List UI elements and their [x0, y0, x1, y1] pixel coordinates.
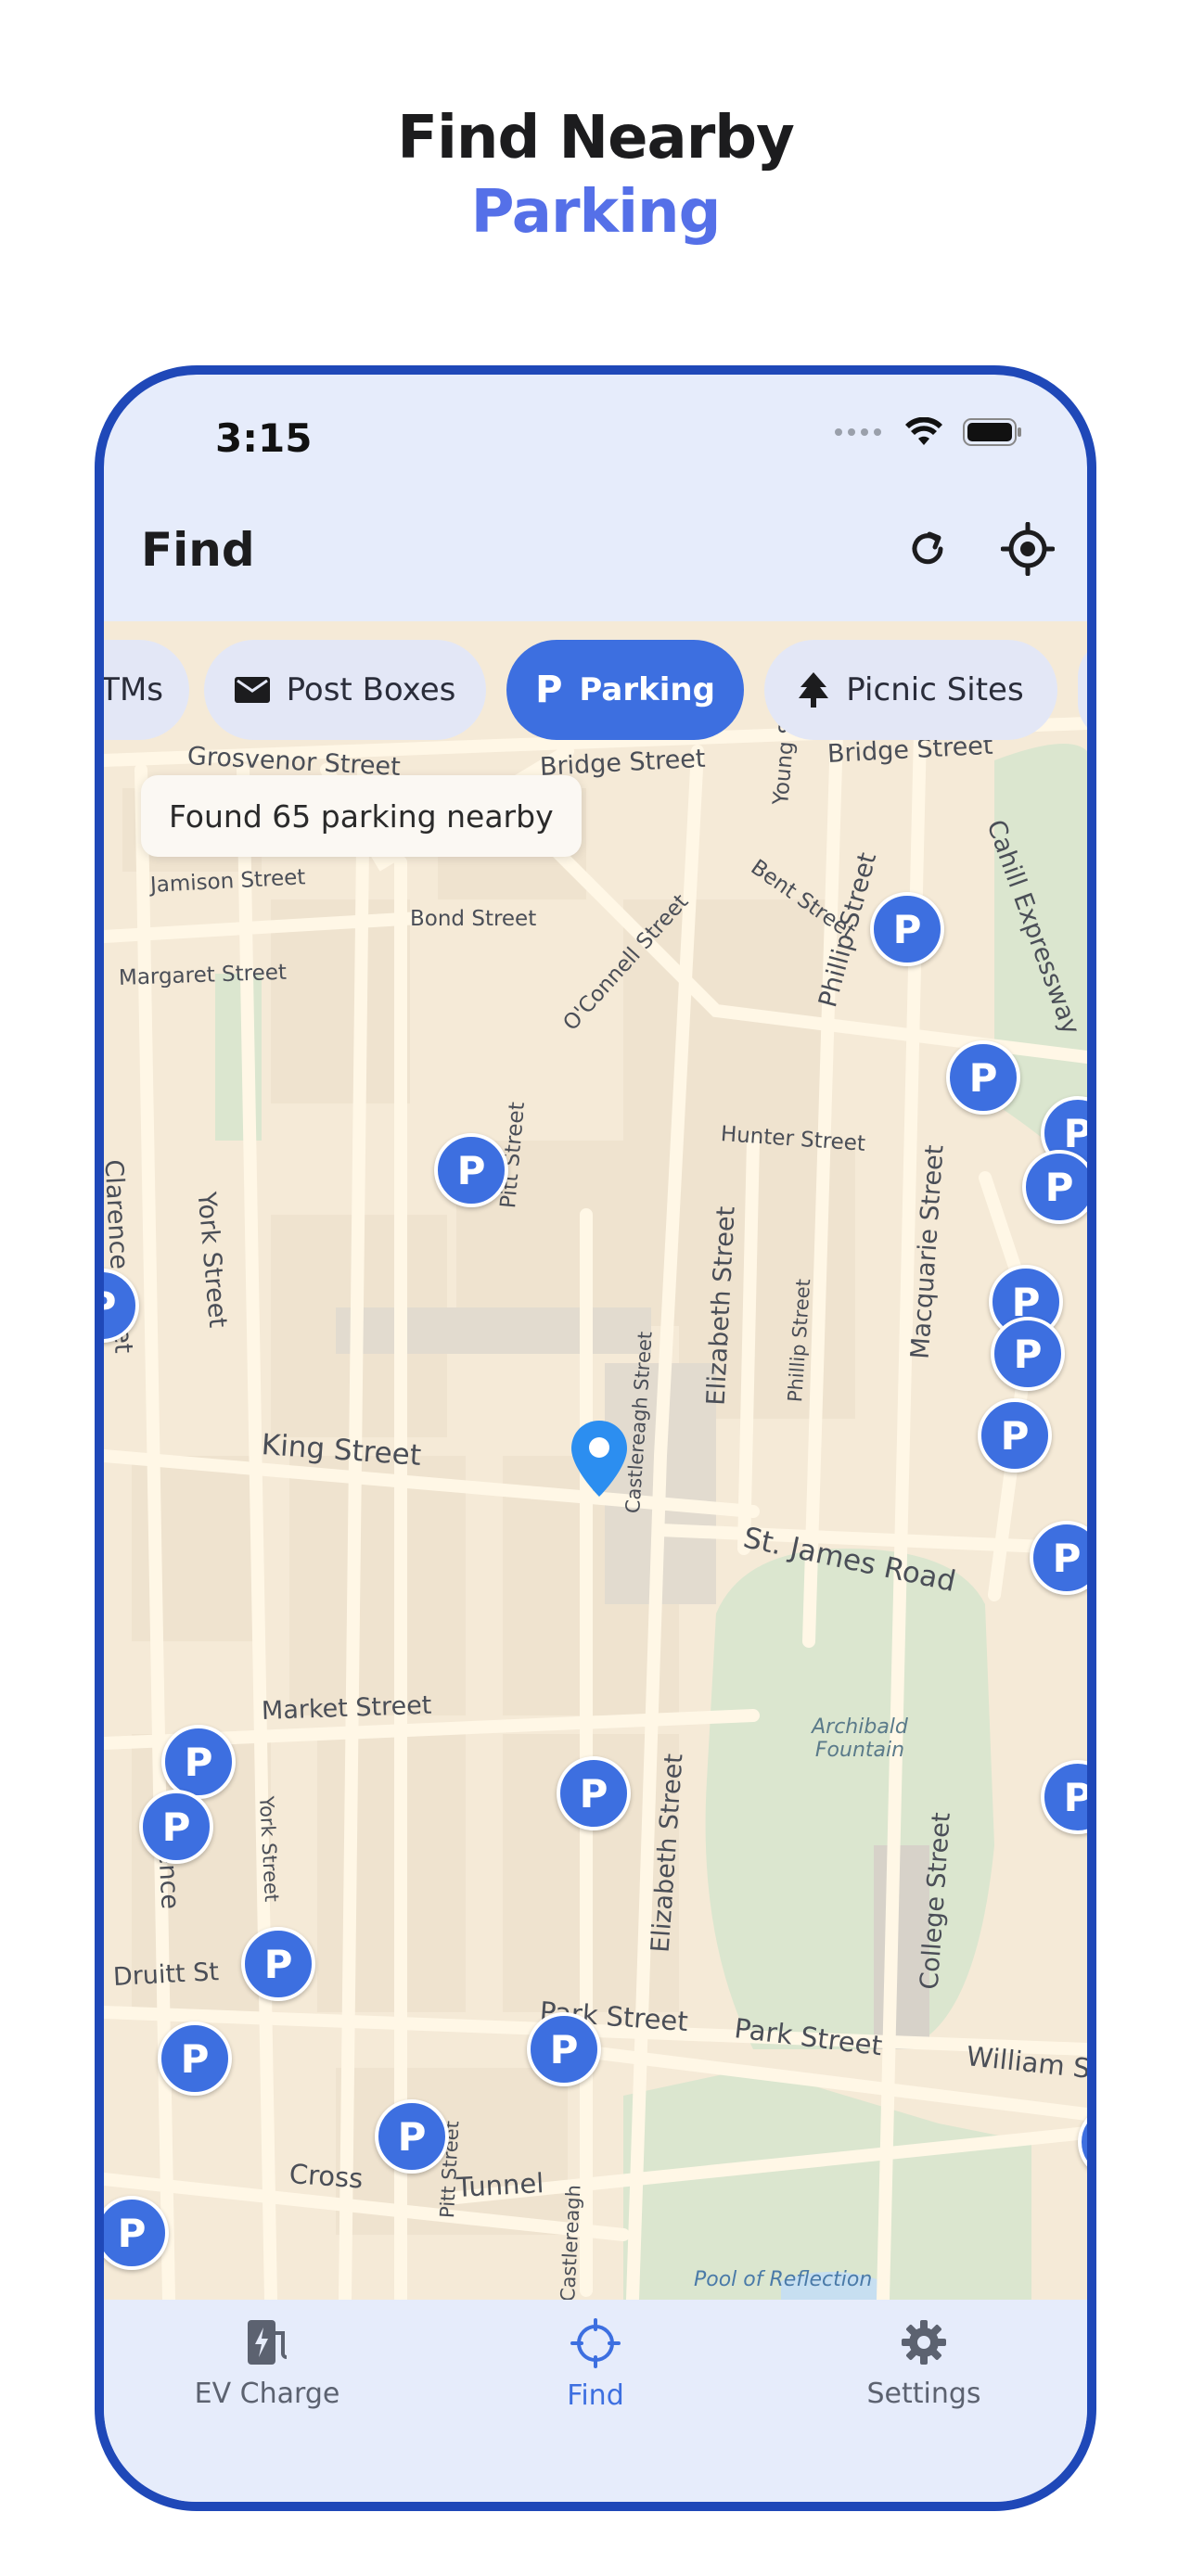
gear-icon — [902, 2320, 946, 2365]
results-toast: Found 65 parking nearby — [141, 775, 582, 857]
phone-frame: 3:15 Find Grosvenor Street Bridge Street… — [95, 365, 1096, 2511]
parking-marker[interactable]: P — [991, 1317, 1065, 1391]
tab-settings[interactable]: Settings — [803, 2318, 1044, 2410]
parking-marker[interactable]: P — [527, 2012, 601, 2086]
map-label: Market Street — [261, 1690, 432, 1726]
tab-label: Settings — [866, 2378, 981, 2410]
nav-title: Find — [141, 523, 255, 577]
parking-marker[interactable]: P — [161, 1725, 236, 1799]
parking-marker[interactable]: P — [870, 892, 944, 966]
map-label: Pool of Reflection — [694, 2268, 873, 2291]
signal-icon — [835, 428, 881, 436]
category-chips: ATMs Post Boxes P Parking Picnic Sites — [104, 640, 1087, 742]
chip-post-boxes[interactable]: Post Boxes — [204, 640, 486, 740]
parking-marker[interactable]: P — [978, 1398, 1052, 1473]
parking-marker[interactable]: P — [375, 2099, 449, 2174]
headline-line-2: Parking — [470, 178, 722, 247]
mail-icon — [234, 677, 270, 703]
tab-label: Find — [567, 2379, 624, 2412]
tab-label: EV Charge — [194, 2378, 340, 2410]
map-label: Bond Street — [410, 907, 537, 931]
map-view[interactable]: Grosvenor Street Bridge Street Bridge St… — [104, 621, 1087, 2300]
refresh-button[interactable] — [894, 516, 961, 582]
parking-marker[interactable]: P — [434, 1133, 508, 1207]
locate-button[interactable] — [994, 516, 1061, 582]
map-label: Druitt St — [112, 1958, 220, 1992]
refresh-icon — [912, 531, 943, 565]
chip-picnic-sites[interactable]: Picnic Sites — [764, 640, 1057, 740]
headline-line-1: Find Nearby — [397, 104, 795, 172]
parking-marker[interactable]: P — [1022, 1150, 1087, 1224]
chip-more[interactable] — [1078, 640, 1087, 740]
wifi-icon — [905, 417, 942, 445]
parking-icon: P — [535, 669, 563, 711]
parking-marker[interactable]: P — [946, 1040, 1020, 1115]
battery-icon — [963, 418, 1021, 446]
parking-marker[interactable]: P — [241, 1927, 315, 2001]
status-time: 3:15 — [215, 415, 313, 461]
ev-charge-icon — [248, 2320, 288, 2365]
tree-icon — [799, 672, 829, 708]
parking-marker[interactable]: P — [139, 1790, 213, 1864]
crosshair-icon — [570, 2318, 621, 2368]
chip-atms[interactable]: ATMs — [104, 640, 189, 740]
parking-marker[interactable]: P — [557, 1756, 631, 1830]
map-label: Tunnel — [455, 2167, 545, 2203]
chip-label: ATMs — [104, 671, 163, 708]
map-label: Archibald Fountain — [812, 1715, 908, 1762]
tab-ev-charge[interactable]: EV Charge — [147, 2318, 388, 2410]
map-label: Cross — [288, 2158, 365, 2195]
tab-bar: EV Charge Find Settings — [104, 2300, 1087, 2502]
tab-find[interactable]: Find — [475, 2318, 716, 2412]
chip-parking[interactable]: P Parking — [506, 640, 744, 740]
status-icons — [833, 417, 1022, 447]
chip-label: Parking — [579, 671, 715, 708]
chip-label: Post Boxes — [286, 671, 456, 708]
locate-icon — [1001, 522, 1055, 576]
chip-label: Picnic Sites — [846, 671, 1024, 708]
user-location-pin — [571, 1421, 627, 1497]
parking-marker[interactable]: P — [158, 2021, 232, 2096]
